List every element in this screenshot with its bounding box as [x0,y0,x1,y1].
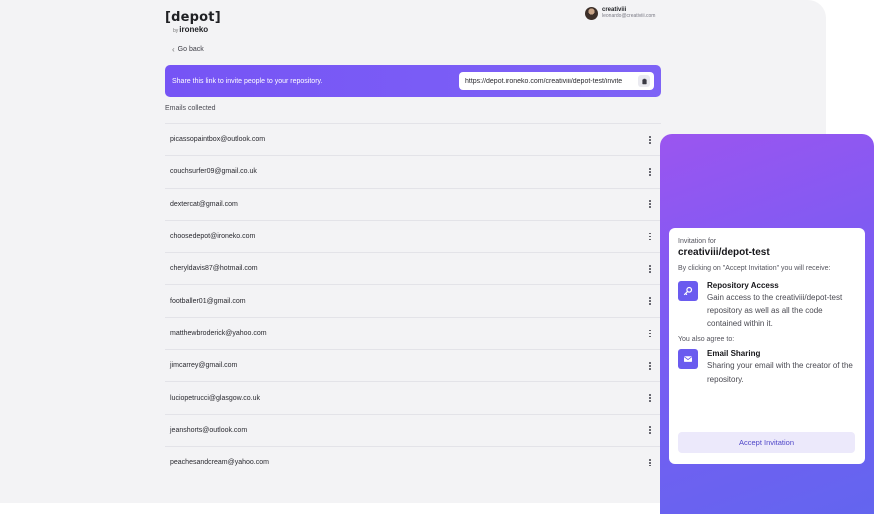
email-address: luciopetrucci@glasgow.co.uk [170,394,260,402]
go-back-label: Go back [177,46,204,53]
repository-access-title: Repository Access [707,280,779,290]
email-row: picassopaintbox@outlook.com [165,123,661,155]
email-address: choosedepot@ironeko.com [170,233,256,241]
email-row: luciopetrucci@glasgow.co.uk [165,381,661,413]
invitation-for-label: Invitation for [678,238,717,245]
email-address: peachesandcream@yahoo.com [170,459,269,467]
invitation-repo-name: creativiii/depot-test [678,247,770,258]
user-menu[interactable]: creativiii leonardo@creativiii.com [585,7,655,20]
clipboard-icon [641,78,647,84]
email-address: jeanshorts@outlook.com [170,426,248,434]
email-list: picassopaintbox@outlook.com couchsurfer0… [165,123,661,478]
invite-link-field[interactable]: https://depot.ironeko.com/creativiii/dep… [459,72,654,90]
more-vertical-icon[interactable] [646,167,654,177]
go-back-link[interactable]: ‹ Go back [172,45,204,54]
logo-byline: byironeko [173,26,221,34]
email-address: footballer01@gmail.com [170,297,246,305]
email-sharing-title: Email Sharing [707,349,761,359]
more-vertical-icon[interactable] [646,458,654,468]
copy-link-button[interactable] [638,75,650,87]
more-vertical-icon[interactable] [646,328,654,338]
more-vertical-icon[interactable] [646,135,654,145]
more-vertical-icon[interactable] [646,264,654,274]
invitation-intro: By clicking on "Accept Invitation" you w… [678,265,831,272]
repository-access-permission: Repository Access Gain access to the cre… [678,280,856,331]
logo-sub: ironeko [179,25,209,34]
more-vertical-icon[interactable] [646,296,654,306]
emails-collected-label: Emails collected [165,105,216,112]
invitation-panel: Invitation for creativiii/depot-test By … [660,134,874,514]
email-row: jimcarrey@gmail.com [165,349,661,381]
more-vertical-icon[interactable] [646,232,654,242]
invitation-card: Invitation for creativiii/depot-test By … [669,228,865,464]
email-row: choosedepot@ironeko.com [165,219,661,252]
repository-access-text: Repository Access Gain access to the cre… [707,281,856,331]
repository-access-desc: Gain access to the creativiii/depot-test… [707,292,843,329]
logo[interactable]: [depot] byironeko [165,9,221,34]
user-email: leonardo@creativiii.com [602,13,656,20]
email-row: footballer01@gmail.com [165,284,661,316]
email-address: dextercat@gmail.com [170,200,238,208]
email-row: couchsurfer09@gmail.co.uk [165,155,661,187]
email-sharing-text: Email Sharing Sharing your email with th… [707,349,856,385]
email-row: jeanshorts@outlook.com [165,413,661,446]
user-info: creativiii leonardo@creativiii.com [602,7,655,19]
email-row: peachesandcream@yahoo.com [165,445,661,478]
email-sharing-desc: Sharing your email with the creator of t… [707,361,853,384]
chevron-left-icon: ‹ [172,45,175,54]
more-vertical-icon[interactable] [646,361,654,371]
more-vertical-icon[interactable] [646,199,654,209]
more-vertical-icon[interactable] [646,393,654,403]
share-banner: Share this link to invite people to your… [165,65,661,97]
also-agree-label: You also agree to: [678,336,735,344]
logo-by: by [173,28,179,34]
avatar [585,7,598,20]
email-row: matthewbroderick@yahoo.com [165,316,661,349]
email-address: matthewbroderick@yahoo.com [170,329,267,337]
key-icon [678,280,698,301]
email-row: dextercat@gmail.com [165,187,661,220]
email-address: couchsurfer09@gmail.co.uk [170,168,257,176]
more-vertical-icon[interactable] [646,425,654,435]
logo-wordmark: [depot] [165,10,221,25]
mail-icon [678,349,698,370]
email-address: picassopaintbox@outlook.com [170,136,266,144]
share-text: Share this link to invite people to your… [172,77,323,85]
email-address: jimcarrey@gmail.com [170,362,238,370]
email-address: cheryldavis87@hotmail.com [170,265,258,273]
accept-invitation-button[interactable]: Accept Invitation [678,432,855,453]
invite-link-text[interactable]: https://depot.ironeko.com/creativiii/dep… [465,78,635,85]
email-row: cheryldavis87@hotmail.com [165,252,661,284]
email-sharing-permission: Email Sharing Sharing your email with th… [678,349,856,385]
